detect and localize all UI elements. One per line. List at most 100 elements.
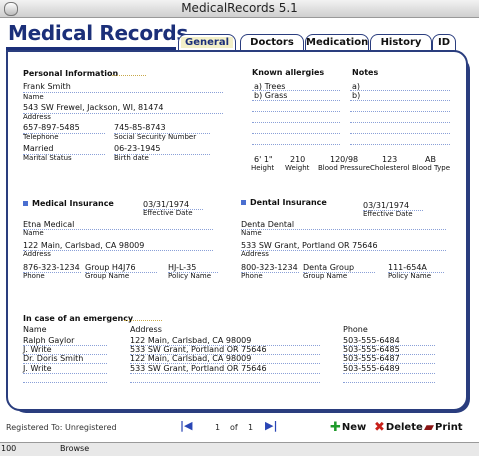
registration-text: Registered To: Unregistered xyxy=(6,423,117,432)
medical-phone-field[interactable]: 876-323-1234 xyxy=(23,263,80,272)
field-underline xyxy=(252,133,340,134)
allergies-title: Known allergies xyxy=(252,68,325,77)
medical-group-label: Group Name xyxy=(85,272,130,280)
field-underline xyxy=(350,144,450,145)
emergency-address[interactable]: 122 Main, Carlsbad, CA 98009 xyxy=(130,336,251,345)
field-underline xyxy=(252,144,340,145)
birthdate-field[interactable]: 06-23-1945 xyxy=(114,144,161,153)
allergy-item[interactable]: b) Grass xyxy=(254,91,287,100)
bp-field[interactable]: 120/98 xyxy=(330,155,358,164)
emergency-phone[interactable]: 503-555-6487 xyxy=(343,354,400,363)
address-label: Address xyxy=(23,113,51,121)
emergency-phone[interactable]: 503-555-6489 xyxy=(343,364,400,373)
field-underline xyxy=(241,250,446,251)
section-bullet-icon xyxy=(241,200,246,205)
section-rule xyxy=(112,75,146,76)
tab-general[interactable]: General xyxy=(178,34,236,51)
field-underline xyxy=(23,229,213,230)
dental-group-label: Group Name xyxy=(303,272,348,280)
marital-label: Marital Status xyxy=(23,154,72,162)
name-field[interactable]: Frank Smith xyxy=(23,82,71,91)
name-label: Name xyxy=(23,93,44,101)
new-button[interactable]: ✚New xyxy=(330,420,366,435)
note-item[interactable]: b) xyxy=(352,91,360,100)
emergency-name[interactable]: J. Write xyxy=(23,364,52,373)
tab-medication[interactable]: Medication xyxy=(305,34,369,51)
emergency-name[interactable]: J. Write xyxy=(23,345,52,354)
field-underline xyxy=(23,113,223,114)
title-bar: MedicalRecords 5.1 xyxy=(0,0,479,18)
bloodtype-label: Blood Type xyxy=(412,164,451,172)
height-field[interactable]: 6' 1" xyxy=(254,155,273,164)
plus-icon: ✚ xyxy=(330,420,341,435)
window-title: MedicalRecords 5.1 xyxy=(181,1,298,15)
field-underline xyxy=(23,373,107,374)
dental-policy-label: Policy Name xyxy=(388,272,432,280)
total-pages: 1 xyxy=(248,423,254,432)
app-title: Medical Records xyxy=(8,21,188,45)
section-bullet-icon xyxy=(23,201,28,206)
print-button[interactable]: ▰Print xyxy=(424,420,463,435)
emergency-address[interactable]: 122 Main, Carlsbad, CA 98009 xyxy=(130,354,251,363)
cholesterol-field[interactable]: 123 xyxy=(382,155,397,164)
dental-policy-field[interactable]: 111-654A xyxy=(388,263,427,272)
medical-address-field[interactable]: 122 Main, Carlsbad, CA 98009 xyxy=(23,241,144,250)
bp-label: Blood Pressure xyxy=(318,164,370,172)
medical-policy-field[interactable]: HJ-L-35 xyxy=(168,263,196,272)
field-underline xyxy=(252,122,340,123)
dental-phone-field[interactable]: 800-323-1234 xyxy=(241,263,298,272)
medical-group-field[interactable]: Group H4J76 xyxy=(85,263,136,272)
mode-indicator[interactable]: Browse xyxy=(60,444,89,453)
emergency-phone[interactable]: 503-555-6485 xyxy=(343,345,400,354)
dental-name-field[interactable]: Denta Dental xyxy=(241,220,294,229)
last-record-icon[interactable]: ▶| xyxy=(265,419,277,432)
first-record-icon[interactable]: |◀ xyxy=(180,419,192,432)
section-rule xyxy=(124,320,162,321)
dental-effective-date-field[interactable]: 03/31/1974 xyxy=(363,201,409,210)
telephone-field[interactable]: 657-897-5485 xyxy=(23,123,80,132)
emergency-name[interactable]: Ralph Gaylor xyxy=(23,336,74,345)
field-underline xyxy=(130,373,320,374)
current-page: 1 xyxy=(215,423,221,432)
medical-phone-label: Phone xyxy=(23,272,45,280)
dental-effective-date-label: Effective Date xyxy=(363,210,413,218)
delete-button[interactable]: ✖Delete xyxy=(374,420,423,435)
field-underline xyxy=(343,373,435,374)
emergency-address[interactable]: 533 SW Grant, Portland OR 75646 xyxy=(130,345,267,354)
tab-id[interactable]: ID xyxy=(432,34,456,51)
dental-address-label: Address xyxy=(241,250,269,258)
telephone-label: Telephone xyxy=(23,133,59,141)
field-underline xyxy=(23,250,213,251)
field-underline xyxy=(23,92,223,93)
field-underline xyxy=(23,382,107,383)
medical-name-field[interactable]: Etna Medical xyxy=(23,220,74,229)
tab-history[interactable]: History xyxy=(370,34,432,51)
address-field[interactable]: 543 SW Frewel, Jackson, WI, 81474 xyxy=(23,103,164,112)
field-underline xyxy=(350,133,450,134)
medical-effective-date-label: Effective Date xyxy=(143,209,193,217)
emergency-name[interactable]: Dr. Doris Smith xyxy=(23,354,83,363)
tab-doctors[interactable]: Doctors xyxy=(240,34,304,51)
medical-address-label: Address xyxy=(23,250,51,258)
bloodtype-field[interactable]: AB xyxy=(425,155,436,164)
field-underline xyxy=(350,100,450,101)
emergency-phone-header: Phone xyxy=(343,325,368,334)
ssn-label: Social Security Number xyxy=(114,133,197,141)
print-icon: ▰ xyxy=(424,420,434,435)
ssn-field[interactable]: 745-85-8743 xyxy=(114,123,166,132)
emergency-phone[interactable]: 503-555-6484 xyxy=(343,336,400,345)
medical-effective-date-field[interactable]: 03/31/1974 xyxy=(143,200,189,209)
field-underline xyxy=(350,90,450,91)
dental-group-field[interactable]: Denta Group xyxy=(303,263,354,272)
field-underline xyxy=(252,111,340,112)
weight-field[interactable]: 210 xyxy=(290,155,305,164)
marital-field[interactable]: Married xyxy=(23,144,53,153)
zoom-level[interactable]: 100 xyxy=(1,444,16,453)
dental-address-field[interactable]: 533 SW Grant, Portland OR 75646 xyxy=(241,241,378,250)
dental-insurance-title: Dental Insurance xyxy=(250,198,327,207)
emergency-address[interactable]: 533 SW Grant, Portland OR 75646 xyxy=(130,364,267,373)
field-underline xyxy=(252,100,340,101)
field-underline xyxy=(350,122,450,123)
field-underline xyxy=(350,111,450,112)
page-of-label: of xyxy=(230,423,238,432)
